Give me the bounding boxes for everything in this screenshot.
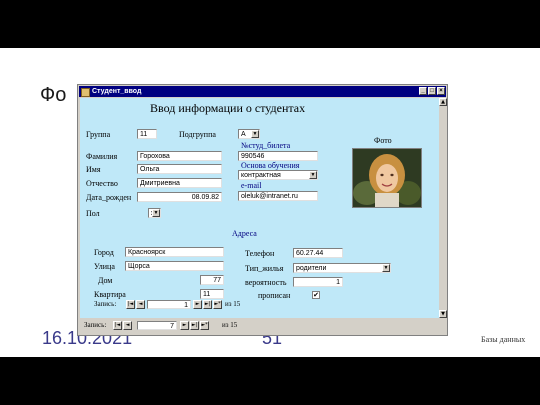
house-label: Дом bbox=[98, 276, 113, 285]
record-navbar: Запись: |◄ ◄ 7 ► ►| ►* из 15 bbox=[80, 318, 447, 332]
birthdate-field[interactable]: 08.09.82 bbox=[137, 192, 222, 202]
subgroup-combo[interactable]: А ▼ bbox=[238, 129, 260, 139]
student-photo-image bbox=[353, 149, 421, 207]
registered-checkbox[interactable]: ✔ bbox=[312, 291, 320, 299]
street-label: Улица bbox=[94, 262, 115, 271]
slide-title: Фо bbox=[40, 84, 67, 106]
minimize-button[interactable]: _ bbox=[419, 87, 427, 95]
slide-footer-note: Базы данных bbox=[481, 335, 526, 344]
last-record-button[interactable]: ►| bbox=[190, 321, 199, 330]
sex-dropdown-icon[interactable]: ▼ bbox=[152, 209, 160, 217]
window-title: Студент_ввод bbox=[92, 88, 142, 95]
study-basis-combo[interactable]: контрактная ▼ bbox=[238, 170, 318, 180]
phone-label: Телефон bbox=[245, 249, 275, 258]
record-number-input[interactable]: 7 bbox=[137, 321, 177, 330]
sex-label: Пол bbox=[86, 209, 100, 218]
vertical-scrollbar[interactable]: ▲ ▼ bbox=[439, 98, 447, 318]
close-button[interactable]: × bbox=[437, 87, 445, 95]
prev-record-button[interactable]: ◄ bbox=[123, 321, 132, 330]
apartment-field[interactable]: 11 bbox=[200, 289, 224, 299]
sex-combo[interactable]: ж ▼ bbox=[148, 208, 161, 218]
maximize-button[interactable]: □ bbox=[428, 87, 436, 95]
housing-type-value: родители bbox=[296, 265, 327, 272]
subform-record-input[interactable]: 1 bbox=[147, 300, 191, 309]
subform-record-count: из 15 bbox=[225, 300, 241, 308]
email-label: e-mail bbox=[241, 181, 262, 190]
name-field[interactable]: Ольга bbox=[137, 164, 222, 174]
subform-prev-button[interactable]: ◄ bbox=[136, 300, 145, 309]
next-record-button[interactable]: ► bbox=[180, 321, 189, 330]
subform-navbar: Запись: |◄ ◄ 1 ► ►| ►* из 15 bbox=[94, 300, 294, 310]
ticket-field[interactable]: 990546 bbox=[238, 151, 318, 161]
scroll-up-icon[interactable]: ▲ bbox=[439, 98, 447, 106]
study-basis-dropdown-icon[interactable]: ▼ bbox=[309, 171, 317, 179]
subform-last-button[interactable]: ►| bbox=[203, 300, 212, 309]
street-field[interactable]: Щорса bbox=[125, 261, 224, 271]
record-label: Запись: bbox=[84, 321, 107, 329]
house-field[interactable]: 77 bbox=[200, 275, 224, 285]
email-field[interactable]: oleluk@intranet.ru bbox=[238, 191, 318, 201]
address-heading: Адреса bbox=[232, 229, 257, 238]
subform-first-button[interactable]: |◄ bbox=[126, 300, 135, 309]
patronymic-field[interactable]: Дмитриевна bbox=[137, 178, 222, 188]
patronymic-label: Отчество bbox=[86, 179, 118, 188]
form-window: Студент_ввод _ □ × Ввод информации о сту… bbox=[77, 84, 448, 336]
form-body: Ввод информации о студентах Группа 11 По… bbox=[80, 98, 439, 318]
form-heading: Ввод информации о студентах bbox=[150, 101, 306, 115]
student-photo bbox=[352, 148, 422, 208]
surname-label: Фамилия bbox=[86, 152, 118, 161]
subform-next-button[interactable]: ► bbox=[193, 300, 202, 309]
registered-label: прописан bbox=[258, 291, 291, 300]
subform-new-button[interactable]: ►* bbox=[213, 300, 222, 309]
subform-record-label: Запись: bbox=[94, 300, 117, 308]
birthdate-label: Дата_рожден bbox=[86, 193, 132, 202]
probability-field[interactable]: 1 bbox=[293, 277, 343, 287]
first-record-button[interactable]: |◄ bbox=[113, 321, 122, 330]
photo-label: Фото bbox=[374, 136, 392, 145]
subgroup-label: Подгруппа bbox=[179, 130, 216, 139]
window-titlebar[interactable]: Студент_ввод _ □ × bbox=[79, 86, 446, 97]
subgroup-value: А bbox=[241, 131, 246, 138]
study-basis-label: Основа обучения bbox=[241, 161, 300, 170]
form-app-icon bbox=[81, 88, 90, 97]
ticket-label: №студ_билета bbox=[241, 141, 291, 150]
record-count: из 15 bbox=[222, 321, 238, 329]
phone-field[interactable]: 60.27.44 bbox=[293, 248, 343, 258]
housing-type-label: Тип_жилья bbox=[245, 264, 284, 273]
name-label: Имя bbox=[86, 165, 101, 174]
surname-field[interactable]: Горохова bbox=[137, 151, 222, 161]
housing-type-combo[interactable]: родители ▼ bbox=[293, 263, 391, 273]
city-label: Город bbox=[94, 248, 114, 257]
housing-type-dropdown-icon[interactable]: ▼ bbox=[382, 264, 390, 272]
probability-label: вероятность bbox=[245, 278, 287, 287]
apartment-label: Квартира bbox=[94, 290, 126, 299]
subgroup-dropdown-icon[interactable]: ▼ bbox=[251, 130, 259, 138]
group-label: Группа bbox=[86, 130, 111, 139]
scroll-down-icon[interactable]: ▼ bbox=[439, 310, 447, 318]
new-record-button[interactable]: ►* bbox=[200, 321, 209, 330]
city-field[interactable]: Красноярск bbox=[125, 247, 224, 257]
study-basis-value: контрактная bbox=[241, 172, 281, 179]
group-field[interactable]: 11 bbox=[137, 129, 157, 139]
